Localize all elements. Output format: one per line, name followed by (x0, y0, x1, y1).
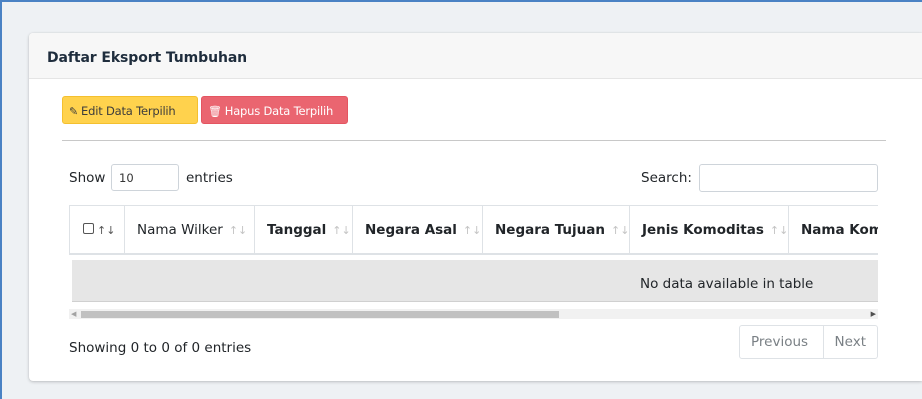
col-jenis-komoditas[interactable]: Jenis Komoditas ↑↓ (630, 206, 789, 254)
window-frame-top (0, 0, 922, 2)
search-input[interactable] (699, 164, 878, 192)
card-title: Daftar Eksport Tumbuhan (47, 50, 248, 66)
col-nama-wilker-label: Nama Wilker (137, 222, 223, 238)
horizontal-scrollbar[interactable]: ◀ ▶ (69, 309, 878, 319)
scroll-left-icon[interactable]: ◀ (71, 309, 76, 319)
scroll-right-icon[interactable]: ▶ (871, 309, 876, 319)
edit-icon: ✎ (69, 105, 79, 118)
col-nama-komoditas-label: Nama Kom (801, 222, 878, 238)
data-table: ↑↓ Nama Wilker ↑↓ Tanggal ↑↓ Negara Asal ↑↓… (69, 205, 878, 322)
trash-icon: 🗑 (208, 105, 222, 118)
delete-selected-button[interactable]: 🗑 Hapus Data Terpilih (201, 96, 348, 124)
edit-selected-button[interactable]: ✎ Edit Data Terpilih (62, 96, 198, 124)
edit-selected-label: Edit Data Terpilih (81, 104, 176, 118)
sort-icon: ↑↓ (332, 224, 351, 237)
col-tanggal-label: Tanggal (267, 222, 327, 238)
empty-table-message: No data available in table (640, 276, 814, 292)
col-negara-asal[interactable]: Negara Asal ↑↓ (353, 206, 483, 254)
col-jenis-komoditas-label: Jenis Komoditas (642, 222, 764, 238)
export-card: Daftar Eksport Tumbuhan ✎ Edit Data Terpi… (29, 33, 922, 381)
entries-label: entries (186, 170, 233, 186)
col-negara-tujuan[interactable]: Negara Tujuan ↑↓ (483, 206, 630, 254)
sort-icon: ↑↓ (462, 224, 482, 237)
divider (62, 140, 886, 141)
pagination: Previous Next (739, 325, 878, 359)
window-frame-left (0, 0, 2, 399)
col-negara-tujuan-label: Negara Tujuan (495, 222, 605, 238)
scrollbar-thumb[interactable] (81, 311, 559, 318)
col-nama-komoditas[interactable]: Nama Kom (789, 206, 878, 254)
next-button[interactable]: Next (824, 326, 877, 358)
delete-selected-label: Hapus Data Terpilih (224, 104, 334, 118)
search-label: Search: (641, 170, 692, 186)
card-header: Daftar Eksport Tumbuhan (29, 33, 922, 79)
select-all-checkbox[interactable] (83, 223, 94, 234)
select-all-header[interactable]: ↑↓ (70, 206, 125, 254)
sort-icon: ↑↓ (769, 224, 789, 237)
table-header: ↑↓ Nama Wilker ↑↓ Tanggal ↑↓ Negara Asal ↑↓… (69, 205, 878, 255)
sort-icon: ↑↓ (97, 224, 116, 237)
sort-icon: ↑↓ (228, 224, 248, 237)
entries-length-select[interactable]: 10 (111, 164, 179, 191)
sort-icon: ↑↓ (611, 224, 630, 237)
col-tanggal[interactable]: Tanggal ↑↓ (255, 206, 353, 254)
show-label: Show (69, 170, 106, 186)
table-info: Showing 0 to 0 of 0 entries (69, 340, 252, 356)
previous-button[interactable]: Previous (740, 326, 824, 358)
col-negara-asal-label: Negara Asal (365, 222, 457, 238)
col-nama-wilker[interactable]: Nama Wilker ↑↓ (125, 206, 255, 254)
